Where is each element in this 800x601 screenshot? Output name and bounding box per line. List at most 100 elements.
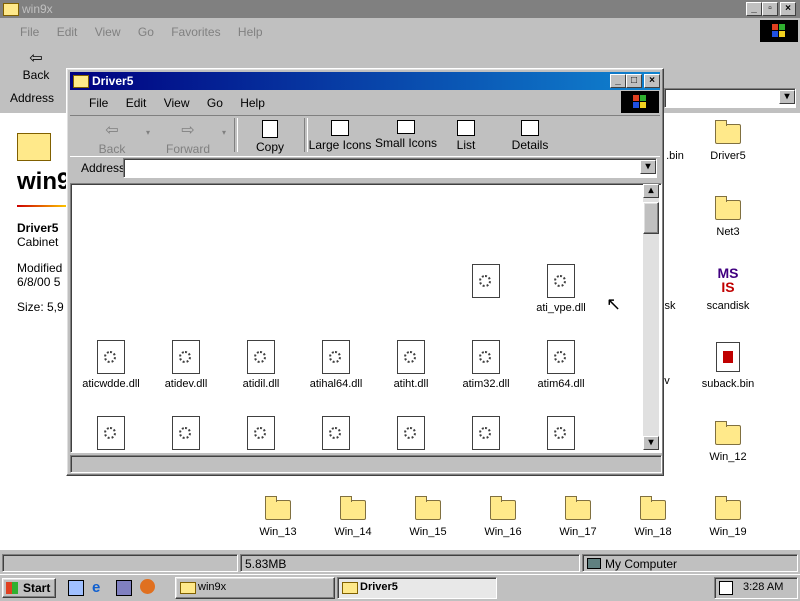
folder-item[interactable]: Win_13	[243, 496, 313, 538]
forward-button[interactable]: ⇨ Forward	[158, 120, 218, 156]
file-item[interactable]: atim32.dll	[451, 340, 521, 390]
file-item[interactable]	[76, 416, 146, 452]
firefox-icon[interactable]	[140, 579, 155, 594]
bg-back-button[interactable]: ⇦ Back	[10, 48, 62, 82]
close-button[interactable]: ×	[644, 74, 660, 88]
start-button[interactable]: Start	[2, 578, 56, 598]
file-item[interactable]: atim64.dll	[526, 340, 596, 390]
file-item[interactable]: suback.bin	[693, 342, 763, 390]
task-driver5[interactable]: Driver5	[337, 577, 497, 599]
folder-icon	[640, 496, 666, 520]
copy-button[interactable]: Copy	[240, 120, 300, 154]
details-button[interactable]: Details	[500, 120, 560, 152]
minimize-button[interactable]: _	[746, 2, 762, 16]
file-item[interactable]	[451, 416, 521, 452]
folder-icon	[415, 496, 441, 520]
folder-item[interactable]: Win_18	[618, 496, 688, 538]
system-file-icon	[472, 340, 500, 374]
menu-view[interactable]: View	[95, 25, 121, 39]
folder-icon	[715, 496, 741, 520]
file-item[interactable]: atidev.dll	[151, 340, 221, 390]
system-file-icon	[322, 416, 350, 450]
file-item[interactable]: atiht.dll	[376, 340, 446, 390]
menu-go[interactable]: Go	[207, 96, 223, 110]
fg-status-bar	[70, 455, 662, 473]
bg-address-field[interactable]: ▾	[664, 88, 796, 108]
menu-edit[interactable]: Edit	[126, 96, 147, 110]
folder-icon	[715, 421, 741, 445]
windows-logo	[760, 20, 798, 42]
clock[interactable]: 3:28 AM	[743, 581, 783, 593]
file-item[interactable]	[226, 416, 296, 452]
system-file-icon	[247, 416, 275, 450]
folder-icon	[340, 496, 366, 520]
large-icons-icon	[331, 120, 349, 136]
file-item[interactable]	[526, 416, 596, 452]
back-button[interactable]: ⇦ Back	[82, 120, 142, 156]
bg-title-bar: win9x _ ▫ ×	[0, 0, 800, 18]
status-location: My Computer	[605, 557, 678, 571]
menu-go[interactable]: Go	[138, 25, 154, 39]
folder-item[interactable]: Driver5	[693, 120, 763, 162]
menu-file[interactable]: File	[89, 96, 108, 110]
windows-logo	[621, 91, 659, 113]
file-item[interactable]: aticwdde.dll	[76, 340, 146, 390]
dropdown-arrow-icon[interactable]: ▾	[779, 90, 795, 104]
list-button[interactable]: List	[436, 120, 496, 152]
menu-edit[interactable]: Edit	[57, 25, 78, 39]
menu-help[interactable]: Help	[240, 96, 265, 110]
vertical-scrollbar[interactable]: ▴ ▾	[643, 184, 659, 450]
panel-title: win9	[17, 168, 71, 195]
folder-item[interactable]: Win_12	[693, 421, 763, 463]
file-item[interactable]	[151, 416, 221, 452]
system-file-icon	[547, 416, 575, 450]
folder-item[interactable]: Win_15	[393, 496, 463, 538]
system-file-icon	[397, 340, 425, 374]
system-file-icon	[322, 340, 350, 374]
network-icon[interactable]	[116, 580, 132, 596]
minimize-button[interactable]: _	[610, 74, 626, 88]
folder-item[interactable]: Win_17	[543, 496, 613, 538]
task-win9x[interactable]: win9x	[175, 577, 335, 599]
scroll-thumb[interactable]	[643, 202, 659, 234]
bg-menu-bar: File Edit View Go Favorites Help	[20, 25, 277, 39]
file-item[interactable]: atihal64.dll	[301, 340, 371, 390]
folder-item[interactable]: Win_14	[318, 496, 388, 538]
folder-icon	[490, 496, 516, 520]
status-size: 5.83MB	[245, 557, 287, 571]
close-button[interactable]: ×	[780, 2, 796, 16]
scheduler-icon[interactable]	[719, 581, 733, 595]
file-item[interactable]: ati_vpe.dll	[526, 264, 596, 314]
file-item[interactable]	[301, 416, 371, 452]
scroll-down-button[interactable]: ▾	[643, 436, 659, 450]
file-item[interactable]: atidil.dll	[226, 340, 296, 390]
file-item[interactable]	[451, 264, 521, 302]
program-item[interactable]: MS IS scandisk	[693, 266, 763, 312]
desktop-icon[interactable]	[68, 580, 84, 596]
menu-view[interactable]: View	[164, 96, 190, 110]
status-pane-location: My Computer	[582, 554, 798, 572]
large-icons-button[interactable]: Large Icons	[308, 120, 372, 152]
toolbar-separator	[234, 118, 238, 152]
menu-help[interactable]: Help	[238, 25, 263, 39]
small-icons-button[interactable]: Small Icons	[374, 120, 438, 150]
status-pane-size: 5.83MB	[240, 554, 580, 572]
file-item[interactable]	[376, 416, 446, 452]
menu-file[interactable]: File	[20, 25, 39, 39]
back-dropdown-icon[interactable]: ▾	[146, 128, 150, 137]
folder-item[interactable]: Win_16	[468, 496, 538, 538]
system-file-icon	[472, 416, 500, 450]
system-file-icon	[247, 340, 275, 374]
list-icon	[457, 120, 475, 136]
forward-dropdown-icon[interactable]: ▾	[222, 128, 226, 137]
folder-item[interactable]: Win_19	[693, 496, 763, 538]
fg-address-field[interactable]: ▾	[123, 158, 657, 178]
fg-title-bar[interactable]: Driver5 _ □ ×	[70, 72, 660, 90]
maximize-button[interactable]: □	[626, 74, 642, 88]
folder-item[interactable]: Net3	[693, 196, 763, 238]
scroll-up-button[interactable]: ▴	[643, 184, 659, 198]
dropdown-arrow-icon[interactable]: ▾	[640, 160, 656, 174]
menu-favorites[interactable]: Favorites	[171, 25, 220, 39]
internet-explorer-icon[interactable]: e	[92, 579, 100, 596]
maximize-button[interactable]: ▫	[762, 2, 778, 16]
